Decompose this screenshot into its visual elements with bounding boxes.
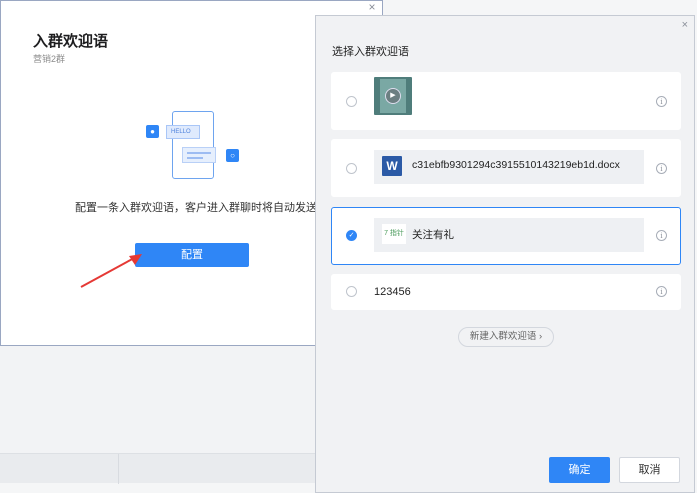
- video-thumbnail: ▶: [374, 77, 412, 115]
- new-welcome-message-button[interactable]: 新建入群欢迎语 ›: [458, 327, 554, 347]
- info-icon[interactable]: i: [656, 96, 667, 107]
- message-bubble: [182, 147, 216, 163]
- close-icon[interactable]: ×: [682, 19, 688, 31]
- link-card: 7 指针 关注有礼: [374, 218, 644, 252]
- radio-button[interactable]: [346, 163, 357, 174]
- word-file-icon: W: [382, 156, 402, 176]
- config-description: 配置一条入群欢迎语，客户进入群聊时将自动发送: [75, 202, 317, 214]
- dialog-title: 入群欢迎语: [33, 33, 109, 50]
- chat-icon: ●: [146, 125, 159, 138]
- welcome-option-video[interactable]: ▶ i: [331, 72, 681, 130]
- play-icon: ▶: [385, 88, 401, 104]
- panel-title: 选择入群欢迎语: [332, 46, 409, 58]
- radio-button[interactable]: [346, 286, 357, 297]
- info-icon[interactable]: i: [656, 163, 667, 174]
- welcome-illustration: ● HELLO ○: [146, 111, 242, 181]
- option-text: 123456: [374, 286, 411, 298]
- welcome-option-link[interactable]: ✓ 7 指针 关注有礼 i: [331, 207, 681, 265]
- search-icon: ○: [226, 149, 239, 162]
- radio-button[interactable]: [346, 96, 357, 107]
- group-name: 营销2群: [33, 54, 66, 64]
- config-button[interactable]: 配置: [135, 243, 249, 267]
- info-icon[interactable]: i: [656, 230, 667, 241]
- welcome-option-text[interactable]: 123456 i: [331, 274, 681, 310]
- confirm-button[interactable]: 确定: [549, 457, 610, 483]
- info-icon[interactable]: i: [656, 286, 667, 297]
- file-attachment: W c31ebfb9301294c3915510143219eb1d.docx: [374, 150, 644, 184]
- phone-illustration: [172, 111, 214, 179]
- select-welcome-panel: × 选择入群欢迎语 ▶ i W c31ebfb9301294c391551014…: [315, 15, 695, 493]
- hello-bubble: HELLO: [166, 125, 200, 139]
- file-name: c31ebfb9301294c3915510143219eb1d.docx: [412, 159, 620, 171]
- background-area: [0, 345, 315, 453]
- background-footer-bar: [0, 453, 315, 484]
- link-title: 关注有礼: [412, 229, 454, 241]
- welcome-option-file[interactable]: W c31ebfb9301294c3915510143219eb1d.docx …: [331, 139, 681, 197]
- link-logo: 7 指针: [382, 224, 406, 244]
- close-icon[interactable]: ×: [365, 1, 379, 13]
- divider: [118, 454, 119, 484]
- cancel-button[interactable]: 取消: [619, 457, 680, 483]
- annotation-arrow-icon: [80, 254, 142, 288]
- radio-checked-icon[interactable]: ✓: [346, 230, 357, 241]
